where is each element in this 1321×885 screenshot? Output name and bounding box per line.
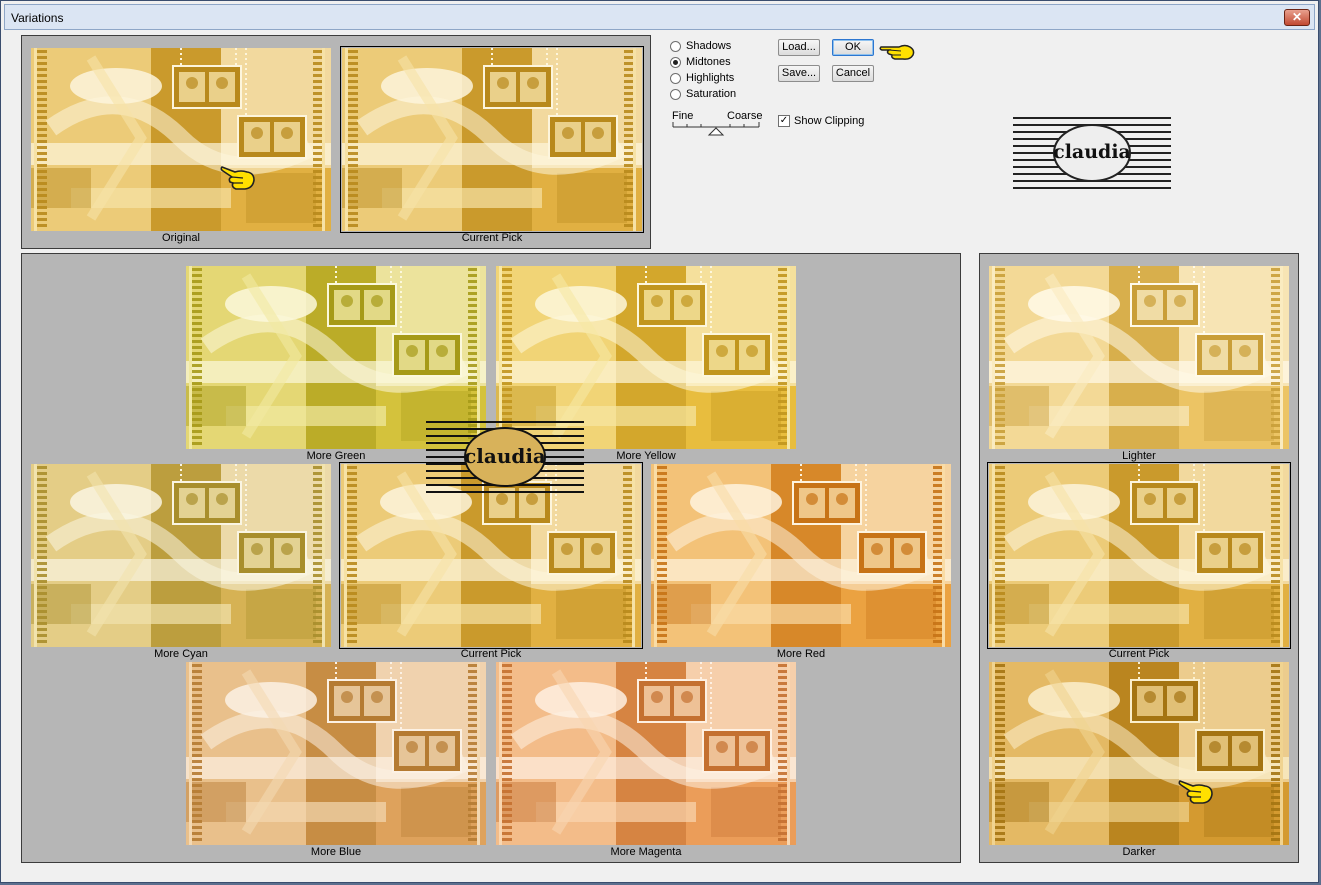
close-icon: ✕ xyxy=(1291,10,1303,24)
color-variations-panel: More Green More Yellow More Cyan Current… xyxy=(21,253,961,863)
pointing-hand-icon xyxy=(220,166,255,190)
cancel-button[interactable]: Cancel xyxy=(832,65,874,82)
color-current-pick-caption: Current Pick xyxy=(460,648,522,660)
radio-saturation[interactable]: Saturation xyxy=(670,86,736,102)
slider-thumb[interactable] xyxy=(707,127,725,136)
save-button[interactable]: Save... xyxy=(778,65,820,82)
fine-coarse-slider[interactable] xyxy=(671,121,763,137)
thumbnail-art xyxy=(186,662,486,845)
thumbnail-art xyxy=(989,662,1289,845)
thumbnail-art xyxy=(989,266,1289,449)
more-blue-thumb[interactable] xyxy=(186,662,486,845)
radio-shadows-label: Shadows xyxy=(686,40,732,52)
more-red-caption: More Red xyxy=(776,648,826,660)
original-preview xyxy=(31,48,331,231)
thumbnail-art xyxy=(31,48,331,231)
radio-highlights-label: Highlights xyxy=(686,72,735,84)
watermark-text: claudia xyxy=(464,444,546,468)
preview-panel: Original Current Pick xyxy=(21,35,651,249)
radio-saturation-dot[interactable] xyxy=(670,88,681,100)
more-red-thumb[interactable] xyxy=(651,464,951,647)
lighter-thumb[interactable] xyxy=(989,266,1289,449)
original-caption: Original xyxy=(162,232,200,244)
show-clipping-label[interactable]: Show Clipping xyxy=(794,115,864,127)
more-magenta-caption: More Magenta xyxy=(610,846,682,858)
pointing-hand-icon xyxy=(1178,780,1213,804)
thumbnail-art xyxy=(342,48,642,231)
radio-shadows-dot[interactable] xyxy=(670,40,681,52)
brightness-current-pick-caption: Current Pick xyxy=(1108,648,1170,660)
radio-highlights-dot[interactable] xyxy=(670,72,681,84)
pointing-hand-icon xyxy=(879,44,915,60)
load-button[interactable]: Load... xyxy=(778,39,820,56)
close-button[interactable]: ✕ xyxy=(1284,9,1310,26)
thumbnail-art xyxy=(31,464,331,647)
show-clipping-checkbox[interactable]: ✓ xyxy=(778,115,790,127)
title-bar[interactable]: Variations ✕ xyxy=(4,4,1315,30)
logo-text: claudia xyxy=(1053,141,1131,163)
thumbnail-art xyxy=(496,662,796,845)
brightness-variations-panel: Lighter Current Pick Darker xyxy=(979,253,1299,863)
radio-shadows[interactable]: Shadows xyxy=(670,38,731,54)
ok-button[interactable]: OK xyxy=(832,39,874,56)
radio-midtones-dot[interactable] xyxy=(670,56,681,68)
more-blue-caption: More Blue xyxy=(310,846,362,858)
more-cyan-caption: More Cyan xyxy=(154,648,208,660)
thumbnail-art xyxy=(651,464,951,647)
claudia-watermark: claudia xyxy=(426,421,584,493)
radio-midtones-label: Midtones xyxy=(686,56,731,68)
darker-caption: Darker xyxy=(1122,846,1156,858)
radio-midtones[interactable]: Midtones xyxy=(670,54,731,70)
current-pick-preview xyxy=(340,46,644,233)
more-magenta-thumb[interactable] xyxy=(496,662,796,845)
thumbnail-art xyxy=(989,464,1289,647)
claudia-logo: claudia xyxy=(1013,117,1171,189)
radio-highlights[interactable]: Highlights xyxy=(670,70,734,86)
darker-thumb[interactable] xyxy=(989,662,1289,845)
radio-saturation-label: Saturation xyxy=(686,88,737,100)
brightness-current-pick-thumb[interactable] xyxy=(987,462,1291,649)
more-cyan-thumb[interactable] xyxy=(31,464,331,647)
dialog-client: Original Current Pick Shadows Midtones H… xyxy=(7,33,1314,878)
window-title: Variations xyxy=(11,11,64,25)
current-pick-caption: Current Pick xyxy=(461,232,523,244)
variations-window: Variations ✕ Original Current Pick Shado… xyxy=(0,0,1319,883)
lighter-caption: Lighter xyxy=(1122,450,1156,462)
